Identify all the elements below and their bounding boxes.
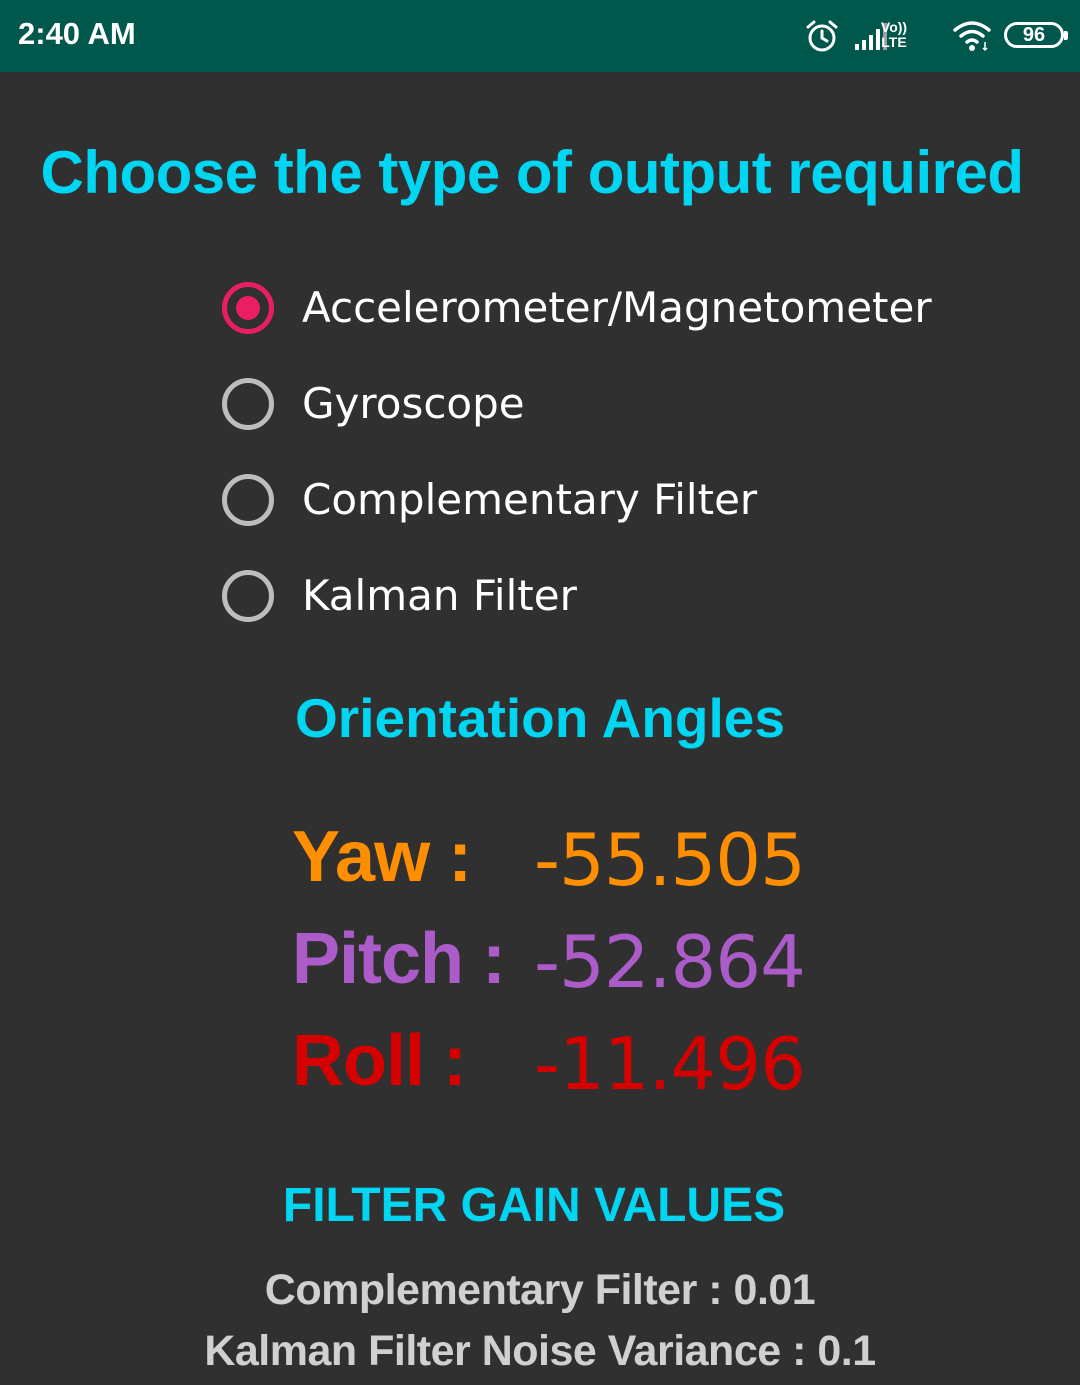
pitch-value: -52.864 [534, 920, 806, 1004]
volte-bottom-text: LTE [881, 34, 907, 50]
status-icons: Vo)) LTE 96 [804, 18, 1068, 54]
radio-complementary-filter[interactable]: Complementary Filter [222, 470, 932, 566]
radio-label: Kalman Filter [302, 571, 577, 620]
complementary-gain-text: Complementary Filter : 0.01 [264, 1266, 816, 1314]
yaw-value: -55.505 [534, 818, 806, 902]
pitch-label: Pitch : [292, 919, 506, 999]
volte-top-text: Vo)) [880, 19, 908, 35]
filter-gain-title: FILTER GAIN VALUES [282, 1179, 786, 1232]
kalman-variance-text: Kalman Filter Noise Variance : 0.1 [204, 1327, 876, 1375]
radio-label: Accelerometer/Magnetometer [302, 283, 932, 332]
roll-value: -11.496 [534, 1022, 806, 1106]
page-title: Choose the type of output required [40, 139, 1025, 206]
output-type-radio-group: Accelerometer/Magnetometer Gyroscope Com… [222, 278, 932, 662]
radio-unchecked-icon[interactable] [222, 378, 274, 430]
radio-label: Gyroscope [302, 379, 525, 428]
status-time: 2:40 AM [18, 16, 136, 51]
yaw-label: Yaw : [292, 817, 472, 897]
battery-icon: 96 [1004, 22, 1068, 48]
radio-checked-icon[interactable] [222, 282, 274, 334]
alarm-icon [806, 20, 838, 52]
radio-label: Complementary Filter [302, 475, 758, 524]
radio-kalman-filter[interactable]: Kalman Filter [222, 566, 932, 662]
radio-gyroscope[interactable]: Gyroscope [222, 374, 932, 470]
volte-icon: Vo)) LTE [876, 20, 912, 50]
status-bar: 2:40 AM Vo)) LTE 96 [0, 0, 1080, 72]
roll-label: Roll : [292, 1021, 467, 1101]
radio-unchecked-icon[interactable] [222, 570, 274, 622]
orientation-angles-title: Orientation Angles [295, 687, 785, 749]
wifi-icon [953, 21, 991, 52]
radio-accelerometer-magnetometer[interactable]: Accelerometer/Magnetometer [222, 278, 932, 374]
radio-unchecked-icon[interactable] [222, 474, 274, 526]
